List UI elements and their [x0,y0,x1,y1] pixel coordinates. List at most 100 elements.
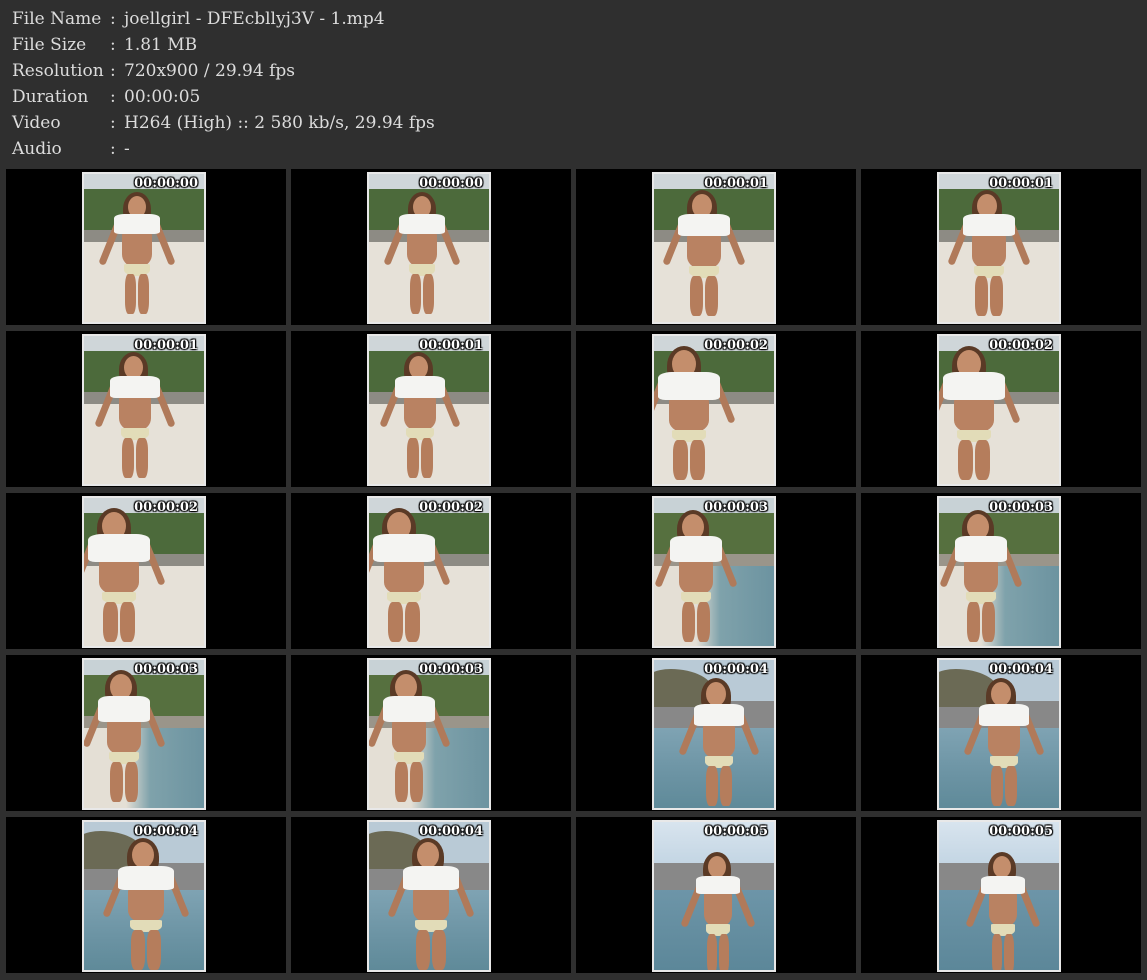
frame-ground [84,728,204,808]
figure-leg-left [407,438,419,478]
figure-leg-left [102,602,118,642]
frame-timestamp: 00:00:02 [989,338,1053,353]
info-colon: : [110,113,116,133]
thumbnail-cell: 00:00:00 [6,169,286,325]
info-value: joellgirl - DFEcbllyj3V - 1.mp4 [124,9,385,29]
info-label: Duration [12,87,89,107]
figure-leg-right [982,602,995,642]
thumbnail-cell: 00:00:01 [291,331,571,487]
figure-shirt [114,214,160,234]
figure-leg-right [137,274,149,314]
video-frame-thumbnail: 00:00:00 [367,172,491,324]
thumbnail-cell: 00:00:03 [291,655,571,811]
info-colon: : [110,87,116,107]
frame-ground [939,566,1059,646]
info-colon: : [110,61,116,81]
figure-shirt [943,372,1005,400]
frame-timestamp: 00:00:01 [704,176,768,191]
thumbnail-grid: 00:00:00 00:00:00 00:00:01 00:00:01 00:00:01… [0,166,1147,980]
frame-timestamp: 00:00:05 [704,824,768,839]
figure-shirt [963,214,1015,236]
video-frame-thumbnail: 00:00:02 [82,496,206,648]
figure-leg-right [410,762,423,802]
thumbnail-cell: 00:00:02 [6,493,286,649]
frame-timestamp: 00:00:04 [989,662,1053,677]
info-row-duration: Duration:00:00:05 [12,84,200,110]
frame-timestamp: 00:00:04 [134,824,198,839]
info-row-video: Video: H264 (High) :: 2 580 kb/s, 29.94 f… [12,110,435,136]
thumbnail-cell: 00:00:01 [576,169,856,325]
frame-timestamp: 00:00:02 [419,500,483,515]
figure-torso [679,560,713,594]
figure-leg-right [120,602,136,642]
figure-leg-left [125,274,137,314]
figure-torso [703,892,733,926]
thumbnail-cell: 00:00:00 [291,169,571,325]
frame-timestamp: 00:00:03 [134,662,198,677]
figure-leg-right [147,930,161,970]
info-label: Audio [12,139,62,159]
video-frame-thumbnail: 00:00:01 [937,172,1061,324]
thumbnail-cell: 00:00:02 [291,493,571,649]
figure-leg-left [957,440,973,480]
figure-shirt [98,696,150,722]
figure-leg-left [991,934,1003,970]
figure-torso [122,232,152,266]
figure-leg-left [690,276,703,316]
frame-timestamp: 00:00:01 [989,176,1053,191]
figure-leg-left [410,274,422,314]
video-frame-thumbnail: 00:00:03 [82,658,206,810]
info-value: 00:00:05 [124,87,201,107]
figure-leg-left [110,762,123,802]
frame-timestamp: 00:00:02 [704,338,768,353]
figure-leg-right [421,438,433,478]
figure-torso [107,720,141,754]
info-value: 720x900 / 29.94 fps [124,61,295,81]
figure-leg-right [990,276,1003,316]
figure-torso [392,720,426,754]
frame-timestamp: 00:00:01 [419,338,483,353]
figure-shirt [694,704,744,726]
figure-torso [964,560,998,594]
video-frame-thumbnail: 00:00:05 [937,820,1061,972]
figure-head [708,856,726,878]
figure-head [991,682,1011,706]
frame-ground [654,566,774,646]
frame-ground [369,728,489,808]
figure-torso [128,888,164,922]
figure-leg-left [122,438,134,478]
figure-shirt [670,536,722,562]
frame-timestamp: 00:00:05 [989,824,1053,839]
thumbnail-cell: 00:00:04 [6,817,286,973]
figure-shirt [395,376,445,398]
figure-shirt [981,876,1025,894]
info-value: H264 (High) :: 2 580 kb/s, 29.94 fps [124,113,435,133]
frame-timestamp: 00:00:03 [989,500,1053,515]
figure-head [706,682,726,706]
thumbnail-cell: 00:00:03 [576,493,856,649]
info-row-file-name: File Name: joellgirl - DFEcbllyj3V - 1.mp… [12,6,385,32]
info-label: File Name [12,9,102,29]
figure-leg-right [136,438,148,478]
figure-leg-right [1003,934,1015,970]
figure-shirt [373,534,435,562]
figure-shirt [88,534,150,562]
video-frame-thumbnail: 00:00:01 [367,334,491,486]
figure-leg-left [682,602,695,642]
thumbnail-cell: 00:00:03 [6,655,286,811]
figure-leg-left [131,930,145,970]
figure-shirt [678,214,730,236]
video-frame-thumbnail: 00:00:00 [82,172,206,324]
figure-leg-right [697,602,710,642]
figure-head [132,842,154,868]
figure-shirt [399,214,445,234]
figure-leg-right [432,930,446,970]
thumbnail-cell: 00:00:04 [291,817,571,973]
figure-leg-left [395,762,408,802]
frame-timestamp: 00:00:01 [134,338,198,353]
video-frame-thumbnail: 00:00:03 [937,496,1061,648]
figure-torso [972,234,1006,268]
figure-head [417,842,439,868]
thumbnail-cell: 00:00:04 [576,655,856,811]
figure-leg-left [672,440,688,480]
